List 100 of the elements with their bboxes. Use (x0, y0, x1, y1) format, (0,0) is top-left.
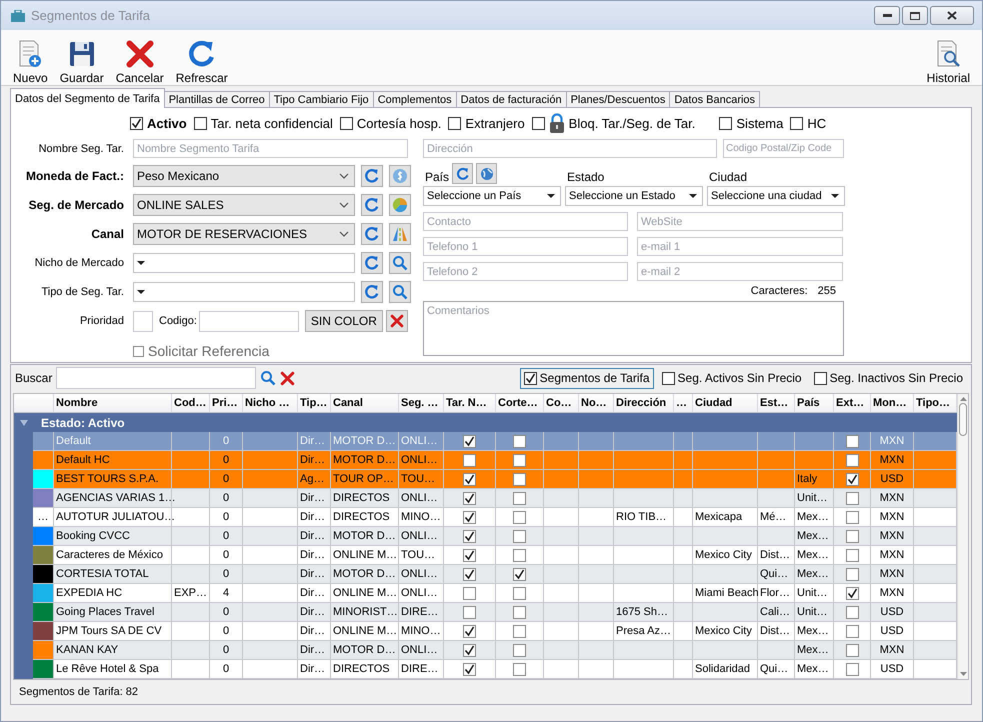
checkbox[interactable] (513, 606, 526, 618)
checkbox[interactable] (846, 510, 858, 524)
text-field[interactable]: Nombre Segmento Tarifa (133, 139, 408, 158)
text-field[interactable]: e-mail 2 (637, 262, 843, 281)
table-row[interactable]: Default HC 0 Dir… MOTOR D… ONLI… MXN (33, 451, 957, 470)
tab[interactable]: Datos Bancarios (669, 91, 760, 108)
checkbox[interactable] (846, 568, 858, 580)
text-field[interactable]: Codigo Postal/Zip Code (723, 139, 844, 158)
group-row[interactable]: Estado: Activo (14, 413, 957, 432)
column-header[interactable]: Canal (331, 394, 399, 412)
checkbox[interactable] (513, 568, 526, 580)
checkbox[interactable] (130, 116, 143, 130)
refresh-button[interactable] (361, 252, 383, 274)
checkbox[interactable] (846, 624, 858, 638)
minimize-button[interactable] (874, 6, 900, 26)
column-header[interactable]: Est… (758, 394, 795, 412)
comments-field[interactable]: Comentarios (423, 301, 844, 356)
tab[interactable]: Datos del Segmento de Tarifa (10, 88, 165, 108)
checkbox[interactable] (513, 434, 526, 448)
scrollbar[interactable] (957, 394, 968, 679)
column-header[interactable]: Co… (544, 394, 579, 412)
table-row[interactable]: JPM Tours SA DE CV 0 Dir… ONLINE M… MINO… Presa Az… Mexico City Dist… Mex… USD (33, 622, 957, 641)
checkbox[interactable] (846, 472, 858, 486)
table-row[interactable]: CORTESIA TOTAL 0 Dir… MOTOR D… ONLI… Qui… Mex… MXN (33, 565, 957, 584)
close-button[interactable] (930, 6, 974, 26)
checkbox[interactable] (463, 454, 476, 466)
table-row[interactable]: Caracteres de México 0 Dir… ONLINE M… TOU… Mexico City Dist… Mex… MXN (33, 546, 957, 565)
toolbar-button[interactable]: Nuevo (7, 30, 54, 85)
column-header[interactable]: Ciudad (693, 394, 758, 412)
column-header[interactable]: Cod… (172, 394, 210, 412)
scroll-thumb[interactable] (959, 403, 967, 436)
column-header[interactable]: No… (579, 394, 614, 412)
refresh-button[interactable] (361, 223, 383, 245)
checkbox[interactable] (846, 492, 858, 504)
checkbox[interactable] (463, 510, 476, 524)
search-field[interactable] (56, 367, 256, 389)
checkbox[interactable] (719, 116, 732, 130)
dropdown[interactable]: Seleccione un País (423, 186, 561, 206)
tab[interactable]: Complementos (372, 91, 457, 108)
refresh-button[interactable] (361, 194, 383, 216)
checkbox[interactable] (513, 662, 526, 676)
checkbox[interactable] (513, 510, 526, 524)
checkbox[interactable] (463, 624, 476, 638)
checkbox[interactable] (513, 644, 526, 656)
checkbox[interactable] (513, 530, 526, 542)
dropdown[interactable]: Seleccione un Estado (565, 186, 703, 206)
refresh-button[interactable] (452, 163, 474, 184)
lookup-button[interactable] (389, 165, 411, 187)
text-field[interactable]: WebSite (637, 212, 843, 231)
checkbox[interactable] (463, 644, 476, 656)
color-button[interactable]: SIN COLOR (304, 310, 383, 332)
dropdown[interactable] (133, 282, 355, 302)
column-header[interactable]: Seg. … (399, 394, 444, 412)
lookup-button[interactable] (389, 223, 411, 245)
table-row[interactable]: KANAN KAY 0 Dir… MOTOR D… ONLI… Mex… MXN (33, 641, 957, 660)
clear-color-button[interactable] (386, 310, 408, 332)
checkbox[interactable] (463, 568, 476, 580)
column-header[interactable]: Nombre (54, 394, 172, 412)
dropdown[interactable]: Peso Mexicano (133, 165, 355, 187)
column-header[interactable]: Mon… (871, 394, 914, 412)
table-row[interactable]: Le Rêve Hotel & Spa 0 Dir… DIRECTOS DIRE… Solidaridad Qui… Mex… USD (33, 660, 957, 679)
checkbox[interactable] (846, 586, 858, 600)
text-field[interactable]: Telefono 1 (423, 237, 628, 256)
checkbox[interactable] (790, 116, 804, 130)
lookup-button[interactable] (389, 252, 411, 274)
dropdown[interactable]: MOTOR DE RESERVACIONES (133, 223, 355, 245)
checkbox[interactable] (524, 372, 537, 384)
checkbox[interactable] (846, 606, 858, 618)
checkbox[interactable] (463, 548, 476, 562)
checkbox[interactable] (340, 116, 353, 130)
checkbox[interactable] (513, 548, 526, 562)
toolbar-button[interactable]: Historial (920, 30, 976, 85)
checkbox[interactable] (513, 624, 526, 638)
column-header[interactable]: Pri… (210, 394, 243, 412)
column-header[interactable]: Dirección (614, 394, 674, 412)
column-header[interactable]: … (674, 394, 693, 412)
globe-button[interactable] (476, 163, 498, 184)
dropdown[interactable]: ONLINE SALES (133, 194, 355, 216)
table-row[interactable]: Going Places Travel 0 Dir… MINORIST… DIRE… 1675 Sh… Cali… Unit… USD (33, 603, 957, 622)
refresh-button[interactable] (361, 281, 383, 303)
column-header[interactable]: País (795, 394, 834, 412)
checkbox[interactable] (846, 530, 858, 542)
checkbox[interactable] (846, 662, 858, 676)
checkbox[interactable] (463, 586, 476, 600)
checkbox[interactable] (662, 372, 675, 384)
checkbox[interactable] (846, 434, 858, 448)
checkbox[interactable] (463, 434, 476, 448)
text-field[interactable]: Contacto (423, 212, 628, 231)
checkbox[interactable] (513, 454, 526, 466)
checkbox[interactable] (846, 548, 858, 562)
table-row[interactable]: BEST TOURS S.P.A. 0 Ag… TOUR OP… TOU… Italy USD (33, 470, 957, 489)
checkbox[interactable] (513, 492, 526, 504)
table-row[interactable]: Booking CVCC 0 Dir… MOTOR D… ONLI… Mex… MXN (33, 527, 957, 546)
checkbox[interactable] (846, 644, 858, 656)
toolbar-button[interactable]: Cancelar (110, 30, 170, 85)
table-row[interactable]: EXPEDIA HC EXP… 4 Dir… ONLINE M… ONLI… Miami Beach Flor… Unit… MXN (33, 584, 957, 603)
text-field[interactable]: Telefono 2 (423, 262, 628, 281)
column-header[interactable]: Nicho … (243, 394, 298, 412)
code-field[interactable] (198, 310, 299, 332)
table-row[interactable]: AGENCIAS VARIAS 1… 0 Dir… DIRECTOS ONLI… Unit… MXN (33, 489, 957, 508)
